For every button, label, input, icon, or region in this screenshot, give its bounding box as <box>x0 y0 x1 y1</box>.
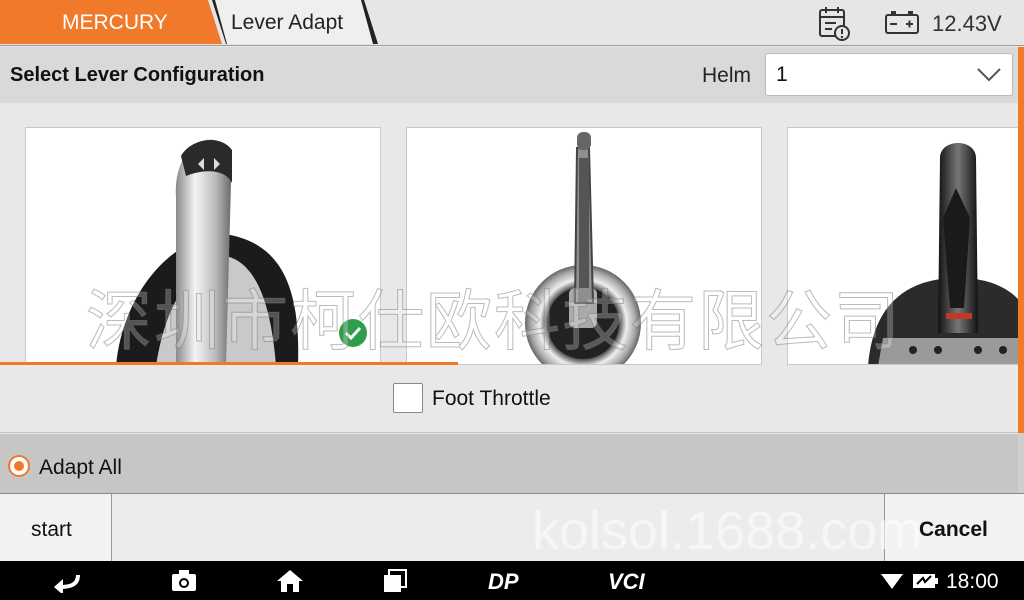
gallery-position-bar <box>0 362 458 365</box>
clock: 18:00 <box>946 570 999 593</box>
scroll-track <box>1018 433 1024 493</box>
calendar-alert-icon[interactable] <box>818 5 852 41</box>
home-icon[interactable] <box>276 569 304 593</box>
adapt-all-radio[interactable] <box>8 455 30 477</box>
system-nav-bar: DP VCI 18:00 <box>0 561 1024 600</box>
foot-throttle-checkbox[interactable] <box>393 383 423 413</box>
action-bar: start Cancel <box>0 493 1024 561</box>
breadcrumb-lever-adapt-label: Lever Adapt <box>231 11 344 34</box>
scroll-indicator <box>1018 47 1024 433</box>
lever-image-binnacle-black <box>868 143 1018 364</box>
helm-label: Helm <box>702 64 752 87</box>
vci-nav-button[interactable]: VCI <box>608 569 645 595</box>
adapt-all-row[interactable]: Adapt All <box>0 434 1018 493</box>
page-title: Select Lever Configuration <box>10 64 265 86</box>
back-icon[interactable] <box>52 571 82 593</box>
cancel-button[interactable]: Cancel <box>884 494 1024 561</box>
lever-option-1[interactable] <box>25 127 381 365</box>
wifi-icon <box>881 574 903 589</box>
voltage-readout: 12.43V <box>932 11 1002 36</box>
chevron-down-icon <box>977 68 1001 82</box>
lever-image-binnacle-silver <box>116 139 299 364</box>
breadcrumb-mercury[interactable]: MERCURY <box>0 0 222 44</box>
helm-select[interactable]: 1 <box>765 53 1013 96</box>
start-button[interactable]: start <box>0 494 112 561</box>
lever-image-panel-mount <box>525 132 641 364</box>
lever-option-2[interactable] <box>406 127 762 365</box>
lever-option-3[interactable] <box>787 127 1018 365</box>
selected-check-icon <box>339 319 367 347</box>
start-button-label: start <box>31 518 72 541</box>
breadcrumb-mercury-label: MERCURY <box>62 11 168 34</box>
config-header: Select Lever Configuration Helm 1 <box>0 47 1018 103</box>
dp-nav-button[interactable]: DP <box>488 569 519 595</box>
adapt-all-label[interactable]: Adapt All <box>39 456 122 480</box>
battery-icon <box>885 11 919 34</box>
helm-select-value: 1 <box>776 63 788 86</box>
top-bar: MERCURY Lever Adapt 12.43V <box>0 0 1024 46</box>
breadcrumb-lever-adapt[interactable]: Lever Adapt <box>215 0 373 44</box>
signal-status-icon <box>913 574 938 588</box>
foot-throttle-row: Foot Throttle <box>0 367 1018 433</box>
camera-icon[interactable] <box>170 569 198 593</box>
cancel-button-label: Cancel <box>919 518 988 541</box>
recent-apps-icon[interactable] <box>382 569 408 593</box>
foot-throttle-label[interactable]: Foot Throttle <box>432 387 551 411</box>
lever-gallery[interactable] <box>0 103 1018 367</box>
